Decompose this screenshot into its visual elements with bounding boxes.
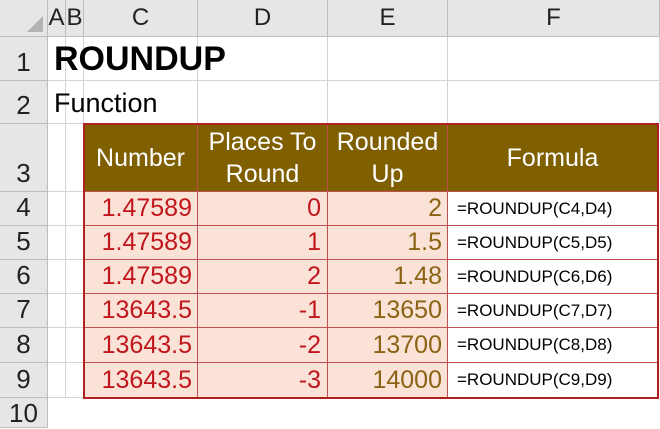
cell-b6[interactable] [66,260,84,294]
cell-d9[interactable]: -3 [198,363,328,398]
cell-b5[interactable] [66,226,84,260]
cell-f6[interactable]: =ROUNDUP(C6,D6) [448,260,658,294]
cell-d2[interactable] [198,81,328,124]
row-header-3[interactable]: 3 [0,124,48,192]
cell-e9[interactable]: 14000 [328,363,448,398]
row-header-7[interactable]: 7 [0,294,48,328]
select-all-corner[interactable] [0,0,48,37]
cell-c5[interactable]: 1.47589 [84,226,198,260]
cell-e1[interactable] [328,37,448,81]
cell-c7[interactable]: 13643.5 [84,294,198,328]
cell-d7[interactable]: -1 [198,294,328,328]
cell-b9[interactable] [66,363,84,398]
sheet-title: ROUNDUP [54,40,226,78]
cell-f9[interactable]: =ROUNDUP(C9,D9) [448,363,658,398]
row-header-6[interactable]: 6 [0,260,48,294]
cell-c8[interactable]: 13643.5 [84,328,198,363]
cell-e4[interactable]: 2 [328,192,448,226]
column-header-c[interactable]: C [84,0,198,37]
cell-b7[interactable] [66,294,84,328]
header-rounded-up[interactable]: Rounded Up [328,124,448,192]
cell-f8[interactable]: =ROUNDUP(C8,D8) [448,328,658,363]
cell-e7[interactable]: 13650 [328,294,448,328]
cell-b8[interactable] [66,328,84,363]
cell-e6[interactable]: 1.48 [328,260,448,294]
cell-a3[interactable] [48,124,66,192]
cell-e8[interactable]: 13700 [328,328,448,363]
column-header-e[interactable]: E [328,0,448,37]
select-all-triangle-icon [27,16,43,32]
column-header-d[interactable]: D [198,0,328,37]
cell-a4[interactable] [48,192,66,226]
cell-f2[interactable] [448,81,660,124]
cell-d4[interactable]: 0 [198,192,328,226]
header-number-label: Number [96,143,185,172]
cell-f1[interactable] [448,37,660,81]
header-places-line2: Round [225,159,300,188]
header-number[interactable]: Number [84,124,198,192]
cell-d6[interactable]: 2 [198,260,328,294]
header-rounded-line1: Rounded [336,127,439,156]
row-header-4[interactable]: 4 [0,192,48,226]
row-header-8[interactable]: 8 [0,328,48,363]
cell-b4[interactable] [66,192,84,226]
row-header-9[interactable]: 9 [0,363,48,398]
cell-a7[interactable] [48,294,66,328]
column-header-a[interactable]: A [48,0,66,37]
cell-a9[interactable] [48,363,66,398]
header-rounded-line2: Up [371,159,404,188]
cell-a8[interactable] [48,328,66,363]
header-formula-label: Formula [506,143,599,172]
cell-c9[interactable]: 13643.5 [84,363,198,398]
cell-a5[interactable] [48,226,66,260]
cell-b3[interactable] [66,124,84,192]
cell-d8[interactable]: -2 [198,328,328,363]
row-header-5[interactable]: 5 [0,226,48,260]
row-header-2[interactable]: 2 [0,81,48,124]
row-header-1[interactable]: 1 [0,37,48,81]
cell-f4[interactable]: =ROUNDUP(C4,D4) [448,192,658,226]
column-header-f[interactable]: F [448,0,660,37]
cell-e2[interactable] [328,81,448,124]
cell-f5[interactable]: =ROUNDUP(C5,D5) [448,226,658,260]
row-header-10[interactable]: 10 [0,398,48,428]
header-formula[interactable]: Formula [448,124,658,192]
header-places-to-round[interactable]: Places To Round [198,124,328,192]
cell-c4[interactable]: 1.47589 [84,192,198,226]
column-header-b[interactable]: B [66,0,84,37]
cell-c6[interactable]: 1.47589 [84,260,198,294]
sheet-subtitle: Function [54,88,158,118]
header-places-line1: Places To [208,127,317,156]
cell-e5[interactable]: 1.5 [328,226,448,260]
cell-a6[interactable] [48,260,66,294]
cell-f7[interactable]: =ROUNDUP(C7,D7) [448,294,658,328]
cell-d5[interactable]: 1 [198,226,328,260]
